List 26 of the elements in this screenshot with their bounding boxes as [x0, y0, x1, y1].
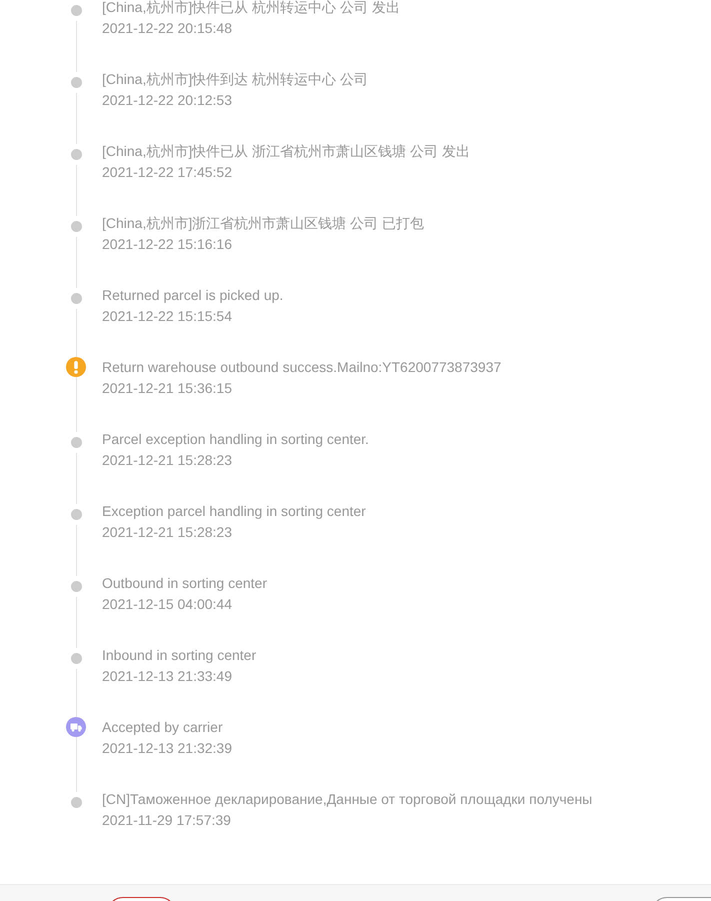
event-time: 2021-12-22 15:16:16 — [102, 235, 233, 254]
event-time: 2021-12-21 15:28:23 — [102, 451, 233, 470]
event-time: 2021-11-29 17:57:39 — [102, 811, 232, 830]
event-time: 2021-12-21 15:28:23 — [102, 523, 233, 542]
event-title: [China,杭州市]快件已从 浙江省杭州市萧山区钱塘 公司 发出 — [102, 142, 470, 161]
event-title: Parcel exception handling in sorting center. — [102, 430, 369, 449]
event-time: 2021-12-13 21:33:49 — [102, 667, 233, 686]
event-title: Accepted by carrier — [102, 718, 224, 737]
event-time: 2021-12-22 20:12:53 — [102, 91, 233, 110]
event-title: [China,杭州市]浙江省杭州市萧山区钱塘 公司 已打包 — [102, 214, 424, 233]
event-time: 2021-12-21 15:36:15 — [102, 379, 233, 398]
event-title: [China,杭州市]快件到达 杭州转运中心 公司 — [102, 70, 368, 89]
event-title: [China,杭州市]快件已从 杭州转运中心 公司 发出 — [102, 0, 400, 17]
event-time: 2021-12-22 15:15:54 — [102, 307, 233, 326]
event-title: [CN]Таможенное декларирование,Данные от торговой площадки получены — [102, 790, 592, 809]
warning-icon — [66, 357, 86, 377]
event-time: 2021-12-22 20:15:48 — [102, 19, 233, 38]
event-title: Outbound in sorting center — [102, 574, 267, 593]
event-title: Return warehouse outbound success.Mailno:YT6200773873937 — [102, 358, 502, 377]
event-time: 2021-12-15 04:00:44 — [102, 595, 233, 614]
event-title: Exception parcel handling in sorting center — [102, 502, 366, 521]
truck-icon — [66, 717, 86, 737]
event-title: Inbound in sorting center — [102, 646, 256, 665]
event-time: 2021-12-22 17:45:52 — [102, 163, 233, 182]
event-title: Returned parcel is picked up. — [102, 286, 284, 305]
event-time: 2021-12-13 21:32:39 — [102, 739, 232, 758]
